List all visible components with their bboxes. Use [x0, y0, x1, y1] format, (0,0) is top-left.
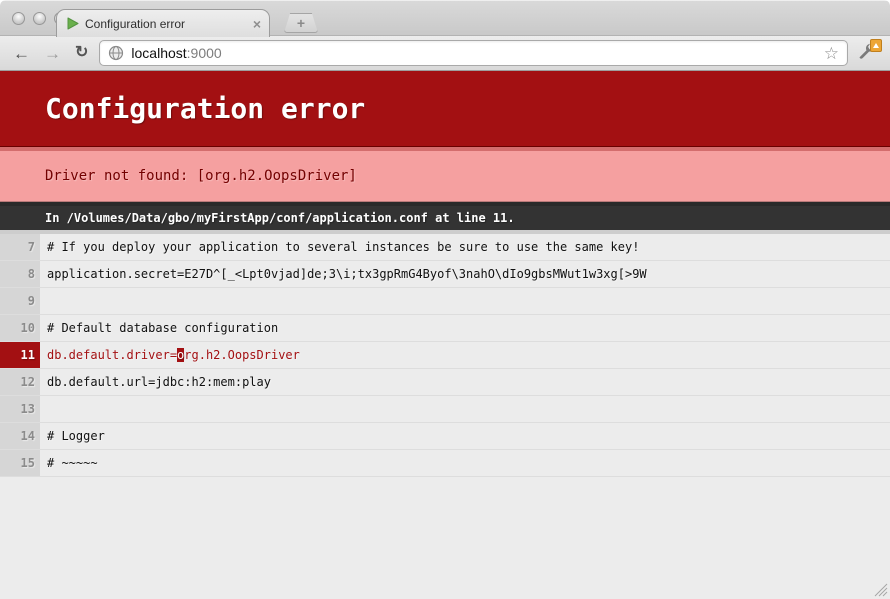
browser-tab[interactable]: Configuration error × — [56, 9, 270, 37]
line-number: 14 — [0, 423, 40, 449]
back-button[interactable]: ← — [10, 45, 33, 62]
bookmark-star-icon[interactable]: ☆ — [824, 45, 839, 62]
line-number: 9 — [0, 288, 40, 314]
code-line-12: 12db.default.url=jdbc:h2:mem:play — [0, 369, 890, 396]
code-line-13: 13 — [0, 396, 890, 423]
browser-toolbar: ← → ↻ localhost:9000 ☆ — [0, 36, 890, 71]
code-line-8: 8application.secret=E27D^[_<Lpt0vjad]de;… — [0, 261, 890, 288]
forward-button[interactable]: → — [41, 45, 64, 62]
line-number: 10 — [0, 315, 40, 341]
url-text[interactable]: localhost:9000 — [131, 45, 816, 61]
code-line-11: 11db.default.driver=org.h2.OopsDriver — [0, 342, 890, 369]
line-number: 8 — [0, 261, 40, 287]
resize-grip[interactable] — [874, 583, 888, 597]
plus-icon: + — [297, 16, 305, 30]
url-host: localhost — [131, 45, 186, 61]
line-code — [40, 396, 890, 422]
line-code: # Default database configuration — [40, 315, 890, 341]
error-detail-message: Driver not found: [org.h2.OopsDriver] — [0, 147, 890, 202]
error-page-title: Configuration error — [0, 71, 890, 147]
line-number: 11 — [0, 342, 40, 368]
page-content: Configuration error Driver not found: [o… — [0, 71, 890, 599]
line-number: 15 — [0, 450, 40, 476]
code-line-7: 7# If you deploy your application to sev… — [0, 230, 890, 261]
code-line-9: 9 — [0, 288, 890, 315]
error-file-location: In /Volumes/Data/gbo/myFirstApp/conf/app… — [0, 202, 890, 230]
code-line-14: 14# Logger — [0, 423, 890, 450]
settings-menu-button[interactable] — [856, 41, 880, 65]
line-number: 7 — [0, 234, 40, 260]
code-listing: 7# If you deploy your application to sev… — [0, 230, 890, 477]
window-minimize-button[interactable] — [33, 12, 46, 25]
line-code: # ~~~~~ — [40, 450, 890, 476]
up-arrow-icon — [873, 43, 879, 48]
update-badge — [870, 39, 882, 52]
line-code: # If you deploy your application to seve… — [40, 234, 890, 260]
tab-strip: Configuration error × + — [0, 0, 890, 36]
line-code — [40, 288, 890, 314]
tab-title: Configuration error — [85, 17, 247, 31]
url-port: :9000 — [187, 45, 222, 61]
line-code: application.secret=E27D^[_<Lpt0vjad]de;3… — [40, 261, 890, 287]
globe-icon — [108, 45, 124, 61]
new-tab-button[interactable]: + — [284, 13, 318, 33]
play-favicon-icon — [67, 17, 79, 30]
window-close-button[interactable] — [12, 12, 25, 25]
address-bar[interactable]: localhost:9000 ☆ — [99, 40, 848, 66]
code-line-10: 10# Default database configuration — [0, 315, 890, 342]
browser-window: Configuration error × + ← → ↻ localhost:… — [0, 0, 890, 599]
line-number: 13 — [0, 396, 40, 422]
line-number: 12 — [0, 369, 40, 395]
line-code: db.default.driver=org.h2.OopsDriver — [40, 342, 890, 368]
tab-close-icon[interactable]: × — [253, 17, 261, 31]
code-line-15: 15# ~~~~~ — [0, 450, 890, 477]
reload-button[interactable]: ↻ — [72, 45, 91, 61]
line-code: # Logger — [40, 423, 890, 449]
error-marker: o — [177, 348, 184, 362]
line-code: db.default.url=jdbc:h2:mem:play — [40, 369, 890, 395]
